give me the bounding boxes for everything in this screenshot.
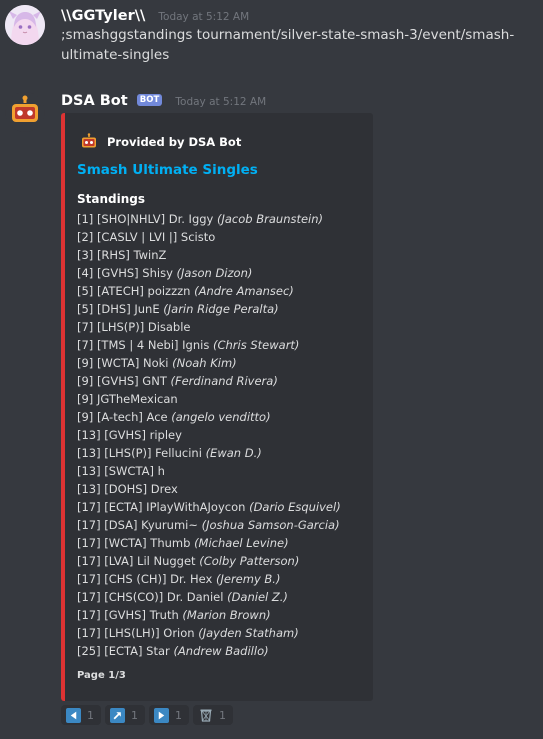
standing-player: [17] [CHS (CH)] Dr. Hex <box>77 572 213 586</box>
standing-entry: [1] [SHO|NHLV] Dr. Iggy (Jacob Braunstei… <box>77 210 373 228</box>
standing-entry: [17] [CHS (CH)] Dr. Hex (Jeremy B.) <box>77 570 373 588</box>
standing-player: [17] [LHS(LH)] Orion <box>77 626 195 640</box>
standing-real-name: (Dario Esquivel) <box>249 500 341 514</box>
standing-entry: [25] [ECTA] Star (Andrew Badillo) <box>77 642 373 660</box>
standing-entry: [7] [TMS | 4 Nebi] Ignis (Chris Stewart) <box>77 336 373 354</box>
standing-player: [13] [DOHS] Drex <box>77 482 178 496</box>
standing-entry: [9] [GVHS] GNT (Ferdinand Rivera) <box>77 372 373 390</box>
standing-real-name: (Jacob Braunstein) <box>217 212 324 226</box>
robot-icon <box>12 95 38 122</box>
standing-player: [9] [GVHS] GNT <box>77 374 167 388</box>
standing-real-name: (Ferdinand Rivera) <box>170 374 278 388</box>
standing-real-name: (Jeremy B.) <box>216 572 281 586</box>
standing-entry: [13] [GVHS] ripley <box>77 426 373 444</box>
standing-player: [13] [SWCTA] h <box>77 464 165 478</box>
standing-entry: [17] [WCTA] Thumb (Michael Levine) <box>77 534 373 552</box>
standing-real-name: (Jayden Statham) <box>198 626 299 640</box>
standing-real-name: (Daniel Z.) <box>227 590 288 604</box>
arrow-backward-icon <box>66 707 81 723</box>
reactions-bar: 1 1 1 1 <box>61 705 237 725</box>
embed-title[interactable]: Smash Ultimate Singles <box>77 162 258 178</box>
standing-player: [9] JGTheMexican <box>77 392 178 406</box>
standings-list: [1] [SHO|NHLV] Dr. Iggy (Jacob Braunstei… <box>77 210 373 660</box>
standing-entry: [13] [LHS(P)] Fellucini (Ewan D.) <box>77 444 373 462</box>
standing-real-name: (Ewan D.) <box>205 446 262 460</box>
robot-icon <box>79 132 99 152</box>
standing-real-name: (Jason Dizon) <box>176 266 253 280</box>
standing-entry: [17] [CHS(CO)] Dr. Daniel (Daniel Z.) <box>77 588 373 606</box>
reaction-previous[interactable]: 1 <box>61 705 101 725</box>
standing-player: [7] [TMS | 4 Nebi] Ignis <box>77 338 210 352</box>
embed-footer: Page 1/3 <box>77 670 126 681</box>
embed: Provided by DSA Bot Smash Ultimate Singl… <box>61 113 373 701</box>
reaction-next[interactable]: 1 <box>149 705 189 725</box>
standing-real-name: (Marion Brown) <box>182 608 271 622</box>
standing-player: [5] [ATECH] poizzzn <box>77 284 191 298</box>
username[interactable]: DSA Bot <box>61 93 128 109</box>
standing-real-name: (Noah Kim) <box>172 356 237 370</box>
standing-player: [17] [GVHS] Truth <box>77 608 179 622</box>
standing-entry: [9] [WCTA] Noki (Noah Kim) <box>77 354 373 372</box>
standing-real-name: (Andrew Badillo) <box>173 644 269 658</box>
standing-real-name: (Chris Stewart) <box>212 338 300 352</box>
standing-entry: [17] [LVA] Lil Nugget (Colby Patterson) <box>77 552 373 570</box>
reaction-count: 1 <box>175 708 182 722</box>
standing-entry: [3] [RHS] TwinZ <box>77 246 373 264</box>
timestamp: Today at 5:12 AM <box>175 96 267 108</box>
standing-player: [9] [A-tech] Ace <box>77 410 168 424</box>
standing-player: [17] [ECTA] IPlayWithAJoycon <box>77 500 246 514</box>
standing-real-name: (Colby Patterson) <box>199 554 300 568</box>
bot-tag: BOT <box>136 94 163 106</box>
embed-author: Provided by DSA Bot <box>79 132 241 152</box>
standing-entry: [17] [DSA] Kyurumi~ (Joshua Samson-Garci… <box>77 516 373 534</box>
reaction-count: 1 <box>87 708 94 722</box>
standing-player: [13] [GVHS] ripley <box>77 428 182 442</box>
standing-player: [17] [DSA] Kyurumi~ <box>77 518 198 532</box>
standing-entry: [5] [DHS] JunE (Jarin Ridge Peralta) <box>77 300 373 318</box>
standing-player: [25] [ECTA] Star <box>77 644 170 658</box>
standing-player: [7] [LHS(P)] Disable <box>77 320 191 334</box>
message-bot-reply: DSA Bot BOT Today at 5:12 AM Provided by… <box>0 0 543 739</box>
standing-entry: [17] [ECTA] IPlayWithAJoycon (Dario Esqu… <box>77 498 373 516</box>
bot-avatar[interactable] <box>5 92 45 132</box>
arrow-forward-icon <box>154 707 169 723</box>
standing-real-name: (Joshua Samson-Garcia) <box>201 518 340 532</box>
standing-player: [13] [LHS(P)] Fellucini <box>77 446 202 460</box>
reaction-count: 1 <box>131 708 138 722</box>
standing-entry: [5] [ATECH] poizzzn (Andre Amansec) <box>77 282 373 300</box>
standing-real-name: (Andre Amansec) <box>194 284 294 298</box>
standing-entry: [17] [GVHS] Truth (Marion Brown) <box>77 606 373 624</box>
standing-real-name: (angelo venditto) <box>171 410 271 424</box>
standing-entry: [9] JGTheMexican <box>77 390 373 408</box>
standing-real-name: (Jarin Ridge Peralta) <box>163 302 279 316</box>
standing-player: [3] [RHS] TwinZ <box>77 248 167 262</box>
standing-player: [2] [CASLV | LVI |] Scisto <box>77 230 216 244</box>
standing-entry: [17] [LHS(LH)] Orion (Jayden Statham) <box>77 624 373 642</box>
arrow-upper-right-icon <box>110 707 125 723</box>
standing-entry: [13] [DOHS] Drex <box>77 480 373 498</box>
standing-entry: [2] [CASLV | LVI |] Scisto <box>77 228 373 246</box>
standing-player: [17] [LVA] Lil Nugget <box>77 554 196 568</box>
standing-player: [4] [GVHS] Shisy <box>77 266 173 280</box>
standing-entry: [13] [SWCTA] h <box>77 462 373 480</box>
wastebasket-icon <box>198 708 213 723</box>
standing-player: [17] [WCTA] Thumb <box>77 536 191 550</box>
standing-player: [17] [CHS(CO)] Dr. Daniel <box>77 590 224 604</box>
standing-player: [1] [SHO|NHLV] Dr. Iggy <box>77 212 214 226</box>
embed-author-name: Provided by DSA Bot <box>107 135 242 149</box>
message-header: DSA Bot BOT Today at 5:12 AM <box>61 90 266 109</box>
reaction-jump[interactable]: 1 <box>105 705 145 725</box>
standing-player: [5] [DHS] JunE <box>77 302 160 316</box>
standing-player: [9] [WCTA] Noki <box>77 356 169 370</box>
reaction-count: 1 <box>219 708 226 722</box>
standing-real-name: (Michael Levine) <box>194 536 289 550</box>
standing-entry: [9] [A-tech] Ace (angelo venditto) <box>77 408 373 426</box>
reaction-delete[interactable]: 1 <box>193 705 233 725</box>
embed-field-name: Standings <box>77 192 145 206</box>
standing-entry: [4] [GVHS] Shisy (Jason Dizon) <box>77 264 373 282</box>
standing-entry: [7] [LHS(P)] Disable <box>77 318 373 336</box>
